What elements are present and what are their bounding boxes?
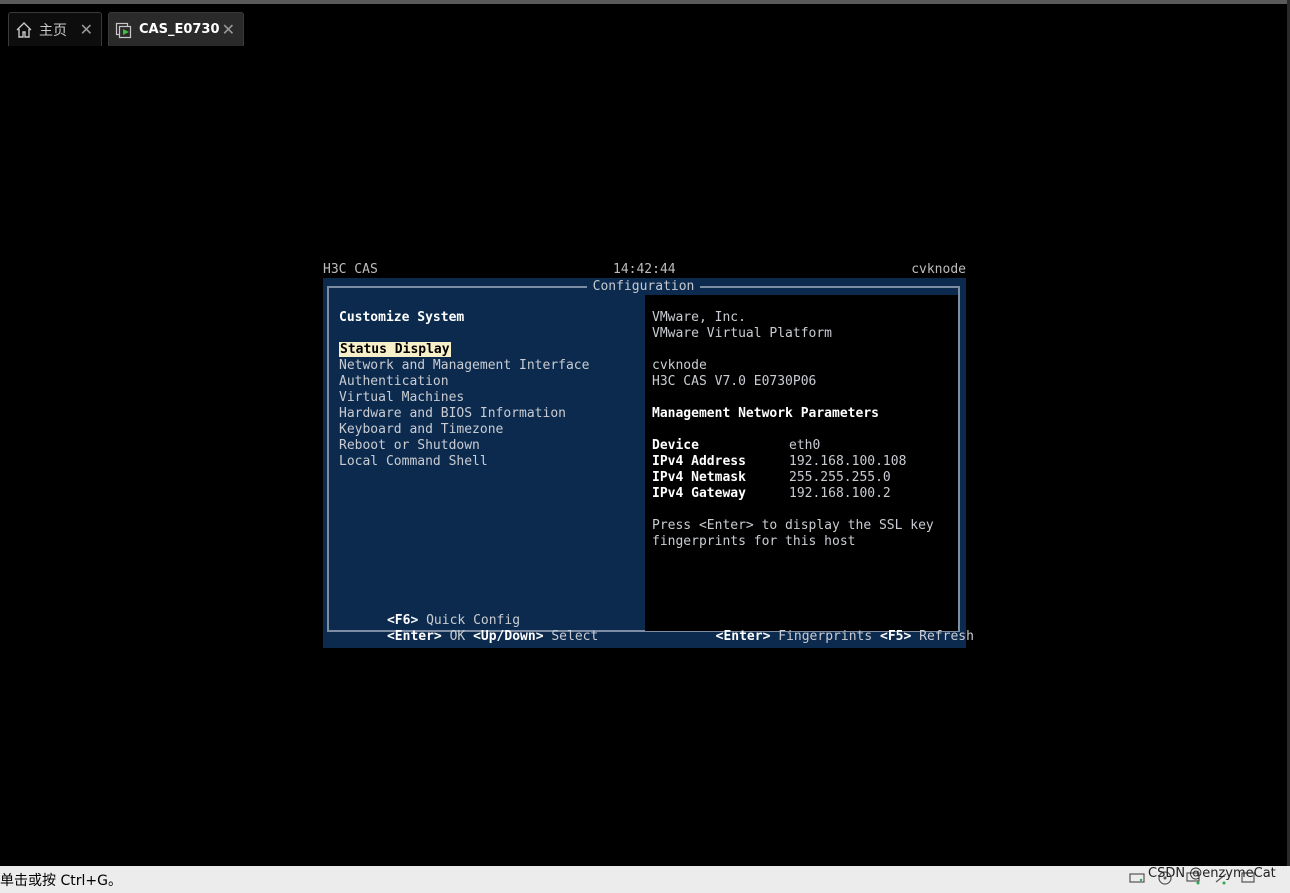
dcui-console[interactable]: H3C CAS 14:42:44 cvknode Configuration C… (323, 262, 974, 648)
network-section-title: Management Network Parameters (652, 406, 879, 421)
refresh-label: Refresh (919, 629, 974, 644)
enter-key: <Enter> (715, 629, 771, 644)
status-message: 单击或按 Ctrl+G。 (0, 873, 122, 889)
hint-line-1: Press <Enter> to display the SSL key (652, 518, 934, 533)
host-name: cvknode (911, 262, 966, 277)
param-label: IPv4 Address (652, 454, 746, 469)
menu-item-keyboard-timezone[interactable]: Keyboard and Timezone (339, 422, 503, 437)
console-clock: 14:42:44 (613, 262, 676, 277)
hint-line-2: fingerprints for this host (652, 534, 856, 549)
menu-item-virtual-machines[interactable]: Virtual Machines (339, 390, 464, 405)
param-label: IPv4 Gateway (652, 486, 746, 501)
updown-label: Select (551, 629, 599, 644)
close-icon[interactable]: ✕ (80, 20, 93, 39)
menu-item-hardware-bios[interactable]: Hardware and BIOS Information (339, 406, 566, 421)
hard-disk-icon[interactable] (1128, 870, 1146, 886)
param-label: Device (652, 438, 699, 453)
panel-title: Configuration (586, 279, 701, 294)
fingerprints-label: Fingerprints (778, 629, 873, 644)
enter-key: <Enter> (386, 629, 442, 644)
f5-key: <F5> (880, 629, 912, 644)
close-icon[interactable]: ✕ (222, 20, 235, 39)
tab-bar: 主页 ✕ CAS_E0730 ✕ (0, 4, 1286, 46)
menu-item-reboot-shutdown[interactable]: Reboot or Shutdown (339, 438, 480, 453)
product-name: H3C CAS (323, 262, 378, 277)
param-value: 255.255.255.0 (789, 470, 891, 485)
param-label: IPv4 Netmask (652, 470, 746, 485)
right-footer: <Enter> Fingerprints <F5> Refresh (653, 614, 974, 659)
status-bar: 单击或按 Ctrl+G。 (0, 866, 1290, 893)
menu-item-network[interactable]: Network and Management Interface (339, 358, 589, 373)
param-value: 192.168.100.2 (789, 486, 891, 501)
tab-home-label: 主页 (39, 22, 67, 39)
tab-vm-label: CAS_E0730 (139, 22, 220, 37)
param-value: 192.168.100.108 (789, 454, 907, 469)
home-icon (15, 21, 33, 39)
tab-vm[interactable]: CAS_E0730 ✕ (108, 12, 244, 46)
tab-home[interactable]: 主页 ✕ (8, 12, 102, 46)
param-value: eth0 (789, 438, 821, 453)
watermark: CSDN @enzymeCat (1148, 866, 1276, 881)
configuration-panel: Configuration Customize System Status Di… (323, 278, 974, 648)
menu-heading: Customize System (339, 310, 465, 325)
left-footer-line2: <Enter> OK <Up/Down> Select (340, 614, 598, 659)
status-info-pane: VMware, Inc. VMware Virtual Platform cvk… (645, 295, 974, 644)
updown-key: <Up/Down> (473, 629, 544, 644)
menu-item-authentication[interactable]: Authentication (339, 374, 449, 389)
menu-item-local-shell[interactable]: Local Command Shell (339, 454, 488, 469)
vendor-name: VMware, Inc. (652, 310, 746, 325)
product-version: H3C CAS V7.0 E0730P06 (652, 374, 817, 389)
vm-running-icon (115, 21, 133, 39)
info-hostname: cvknode (652, 358, 707, 373)
platform-name: VMware Virtual Platform (652, 326, 833, 341)
menu-item-status-display[interactable]: Status Display (339, 342, 451, 357)
enter-label: OK (449, 629, 466, 644)
